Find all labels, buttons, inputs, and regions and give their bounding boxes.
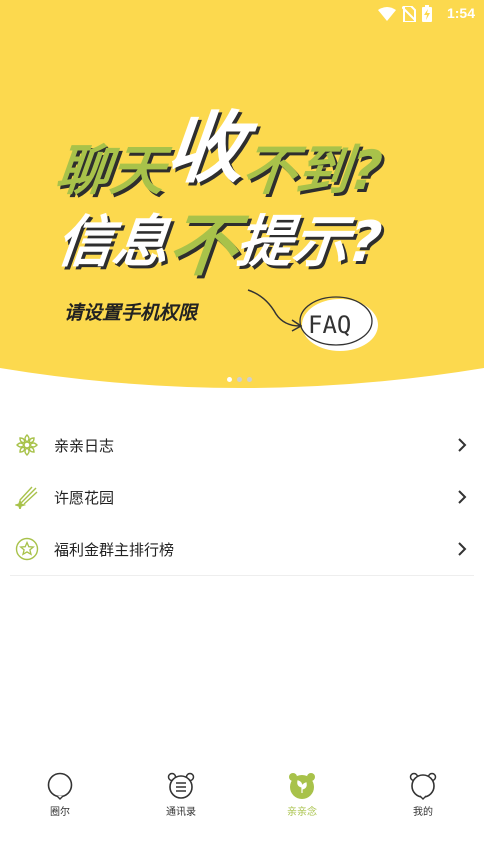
headline-line-2: 信息不提示? [53,182,388,286]
carousel-indicator [227,377,252,382]
carousel-dot[interactable] [227,377,232,382]
no-sim-icon [402,5,416,22]
headline-text: 提示? [233,210,385,275]
menu-item-label: 福利金群主排行榜 [54,540,175,559]
tab-label: 圈尔 [50,807,70,818]
status-icons [378,5,432,22]
menu-item-label: 许愿花园 [54,488,115,507]
flower-icon [16,434,38,456]
status-bar: 1:54 [0,0,484,28]
promo-banner[interactable]: 1:54 聊天收不到? 信息不提示? 请设置手机权限 FAQ [0,0,484,392]
star-circle-icon [15,537,39,561]
carousel-dot[interactable] [247,377,252,382]
contacts-bear-icon [167,772,195,799]
circle-icon [47,772,73,800]
tab-contacts[interactable]: 通讯录 [141,772,221,818]
faq-bubble-icon: FAQ [299,296,378,351]
bottom-tab-bar: 圈尔 通讯录 亲亲念 我的 [0,772,484,832]
carousel-dot[interactable] [237,377,242,382]
tab-label: 亲亲念 [287,807,317,818]
menu-item-diary[interactable]: 亲亲日志 [0,419,484,471]
status-time: 1:54 [446,5,475,21]
chevron-right-icon [458,542,467,556]
tab-label: 通讯录 [166,807,196,818]
tab-mine[interactable]: 我的 [383,772,463,818]
menu-item-ranking[interactable]: 福利金群主排行榜 [0,523,484,575]
banner-subtitle: 请设置手机权限 [64,302,198,324]
bear-profile-icon [409,772,437,800]
battery-charging-icon [422,5,432,22]
headline-emphasis: 收 [162,104,250,194]
shooting-star-icon [15,486,38,509]
wifi-icon [378,6,396,21]
tab-circle[interactable]: 圈尔 [20,772,100,818]
headline-text: 信息 [53,210,173,275]
bear-leaf-icon [289,773,315,799]
menu-list: 亲亲日志 许愿花园 福利金群主排行榜 [0,419,484,575]
faq-text: FAQ [308,311,351,339]
chevron-right-icon [458,490,467,504]
tab-label: 我的 [413,807,433,818]
menu-divider [10,575,474,576]
menu-item-wish-garden[interactable]: 许愿花园 [0,471,484,523]
faq-badge[interactable]: FAQ [296,293,380,359]
chevron-right-icon [458,438,467,452]
headline-emphasis: 不 [164,207,241,286]
menu-item-label: 亲亲日志 [54,436,115,455]
tab-qinqin[interactable]: 亲亲念 [262,772,342,818]
